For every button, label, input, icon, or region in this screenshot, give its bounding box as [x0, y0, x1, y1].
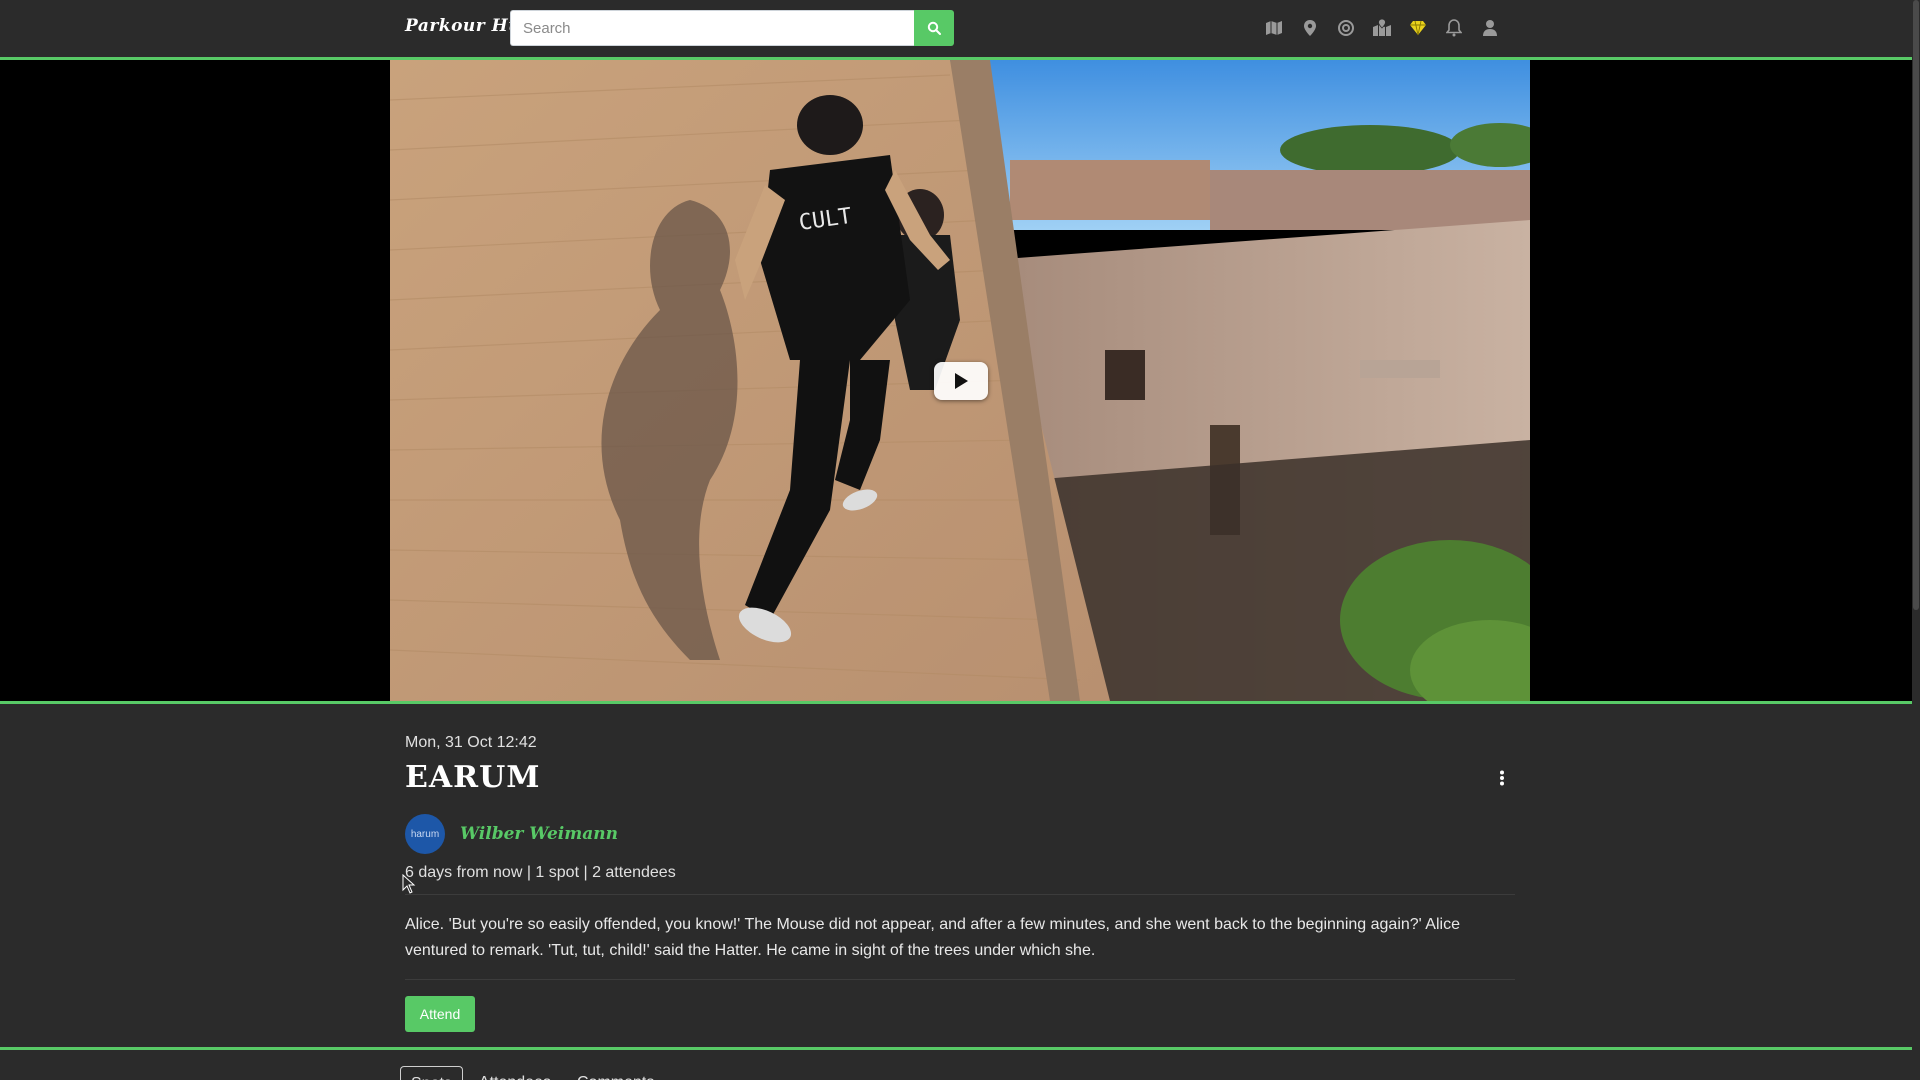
- nav-icons: [1260, 14, 1512, 42]
- tabs: Spots Attendees Comments: [400, 1066, 670, 1080]
- vertical-ellipsis-icon: [1500, 770, 1504, 786]
- play-icon: [955, 373, 968, 389]
- video-player[interactable]: CULT: [390, 60, 1530, 701]
- search-button[interactable]: [914, 10, 954, 46]
- author-name[interactable]: Wilber Weimann: [460, 824, 618, 844]
- avatar-text: harum: [410, 828, 440, 840]
- hero-banner: CULT: [0, 60, 1920, 704]
- more-options-button[interactable]: [1490, 766, 1514, 790]
- search-icon: [927, 21, 941, 35]
- tab-attendees[interactable]: Attendees: [469, 1066, 561, 1080]
- attend-button[interactable]: Attend: [405, 996, 475, 1032]
- search-input[interactable]: [510, 10, 914, 46]
- mouse-cursor-icon: [402, 874, 416, 894]
- event-description: Alice. 'But you're so easily offended, y…: [405, 916, 1460, 959]
- play-button[interactable]: [934, 362, 988, 400]
- target-icon[interactable]: [1332, 14, 1360, 42]
- tabs-bar: Spots Attendees Comments: [0, 1047, 1920, 1080]
- map-icon[interactable]: [1260, 14, 1288, 42]
- divider: [405, 979, 1515, 980]
- user-icon[interactable]: [1476, 14, 1504, 42]
- tab-comments[interactable]: Comments: [567, 1066, 664, 1080]
- diamond-icon[interactable]: [1404, 14, 1432, 42]
- scrollbar[interactable]: [1912, 0, 1920, 1080]
- scroll-thumb[interactable]: [1913, 0, 1919, 610]
- map-location-icon[interactable]: [1368, 14, 1396, 42]
- map-marker-icon[interactable]: [1296, 14, 1324, 42]
- page: Parkour Hub Search CULT Mon, 31 Oct 12:4…: [0, 0, 1920, 1080]
- search-bar: [510, 10, 954, 46]
- tab-spots[interactable]: Spots: [400, 1066, 463, 1080]
- event-title: EARUM: [405, 760, 541, 795]
- divider: [405, 894, 1515, 895]
- event-date: Mon, 31 Oct 12:42: [405, 734, 537, 751]
- navbar: Parkour Hub: [0, 0, 1920, 60]
- avatar[interactable]: harum: [405, 814, 445, 854]
- event-meta: 6 days from now | 1 spot | 2 attendees: [405, 864, 676, 881]
- bell-icon[interactable]: [1440, 14, 1468, 42]
- event-author: harum Wilber Weimann: [405, 814, 618, 854]
